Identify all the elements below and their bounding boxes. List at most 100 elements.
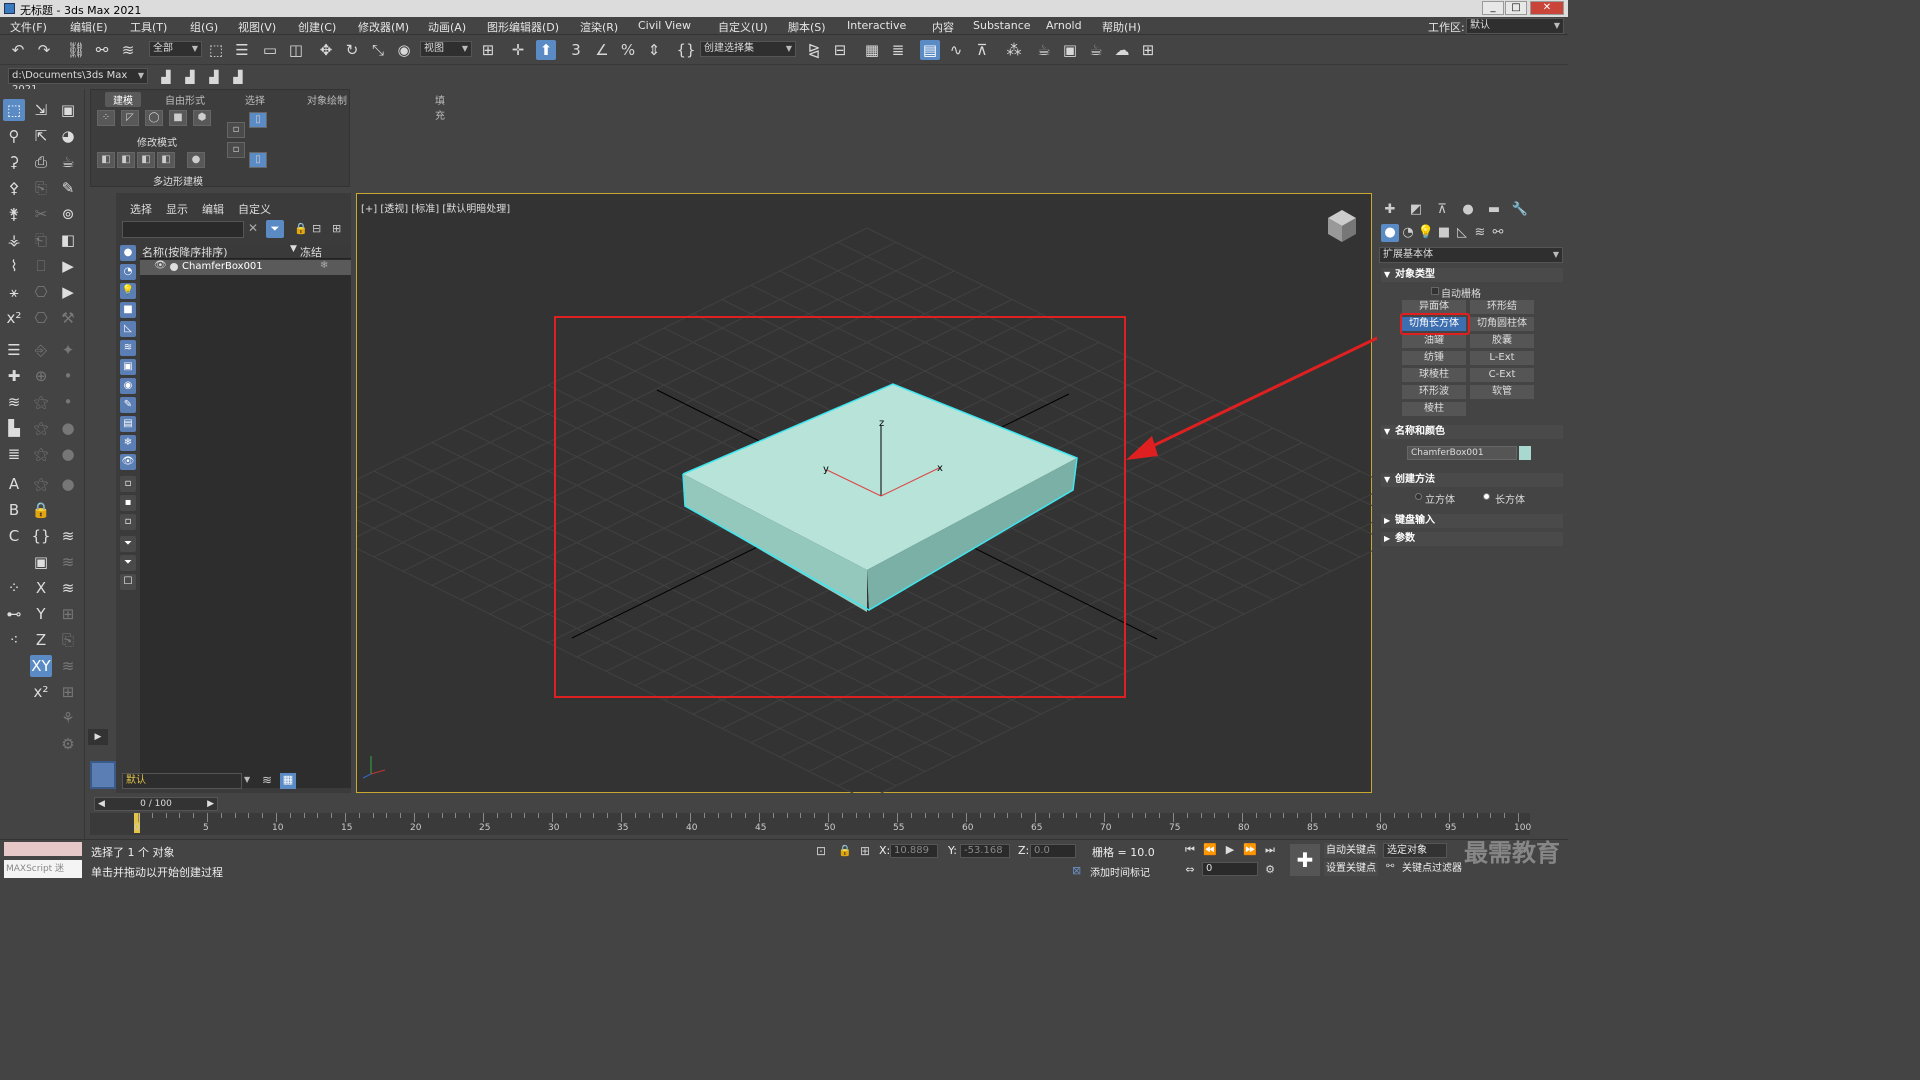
select-highlight-icon[interactable]: ▙ xyxy=(3,417,25,439)
menu-create[interactable]: 创建(C) xyxy=(298,19,336,35)
key-filters-button[interactable]: 关键点过滤器 xyxy=(1402,861,1468,876)
brace-icon[interactable]: {} xyxy=(30,525,52,547)
play-icon[interactable]: ▶ xyxy=(57,281,79,303)
chamferbox-top[interactable] xyxy=(683,384,1077,570)
filter-hidden-icon[interactable]: 👁 xyxy=(120,454,136,470)
name-color-rollout[interactable]: ▼ 名称和颜色 xyxy=(1381,425,1563,439)
col-name-header[interactable]: 名称(按降序排序) xyxy=(142,244,228,260)
set-key-big-icon[interactable]: ✚ xyxy=(1290,844,1320,876)
filter-containers-icon[interactable]: ▤ xyxy=(120,416,136,432)
open-icon[interactable]: ⎙ xyxy=(30,151,52,173)
menu-modifiers[interactable]: 修改器(M) xyxy=(358,19,409,35)
btn-spindle[interactable]: 纺锤 xyxy=(1402,351,1466,365)
bind-icon[interactable]: ⚴ xyxy=(3,177,25,199)
menu-scripting[interactable]: 脚本(S) xyxy=(788,19,826,35)
key-filter-icon[interactable]: ⚯ xyxy=(1386,861,1394,872)
object-color-swatch[interactable] xyxy=(1519,446,1531,460)
project-folder-icon[interactable]: ▟ xyxy=(156,67,176,87)
lock-selection-icon[interactable]: 🔒 xyxy=(838,844,852,857)
add-layer-icon[interactable]: ✚ xyxy=(3,365,25,387)
layer-manager-icon[interactable]: ☰ xyxy=(3,339,25,361)
undo-icon[interactable]: ↶ xyxy=(8,40,28,60)
group-icon[interactable]: ⎔ xyxy=(30,281,52,303)
btn-c-ext[interactable]: C-Ext xyxy=(1470,368,1534,382)
select-all-icon[interactable]: ▫ xyxy=(120,476,136,492)
systems-icon[interactable]: ⚯ xyxy=(1489,224,1507,242)
scene-explorer-toggle-icon[interactable]: ▦ xyxy=(280,773,296,789)
visibility-eye-icon[interactable]: 👁 xyxy=(154,260,167,271)
ribbon-tab-populate[interactable]: 填充 xyxy=(435,92,445,122)
axis-z-icon[interactable]: Z xyxy=(30,629,52,651)
filter-groups-icon[interactable]: ▣ xyxy=(120,359,136,375)
geometry-icon[interactable]: ● xyxy=(1381,224,1399,242)
menu-arnold[interactable]: Arnold xyxy=(1046,19,1082,32)
scene-search-input[interactable] xyxy=(122,221,244,238)
toggle-layer-explorer-icon[interactable]: ≣ xyxy=(888,40,908,60)
viewport-canvas[interactable]: z y x xyxy=(357,194,1373,794)
stack-icon[interactable]: ≣ xyxy=(3,443,25,465)
menu-rendering[interactable]: 渲染(R) xyxy=(580,19,618,35)
create-tab-icon[interactable]: ✚ xyxy=(1381,201,1399,219)
rotate-icon[interactable]: ↻ xyxy=(342,40,362,60)
array-icon[interactable]: ⊕ xyxy=(30,365,52,387)
scene-tab-select[interactable]: 选择 xyxy=(130,201,152,217)
next-frame-icon[interactable]: ⏩ xyxy=(1242,842,1258,858)
menu-civil-view[interactable]: Civil View xyxy=(638,19,691,32)
lock-icon[interactable]: 🔒 xyxy=(30,499,52,521)
schematic-view-icon[interactable]: ⊼ xyxy=(972,40,992,60)
maximize-button[interactable]: □ xyxy=(1505,1,1527,15)
y-coord-field[interactable]: -53.168 xyxy=(960,844,1010,858)
axis-xy-icon[interactable]: XY xyxy=(30,655,52,677)
menu-content[interactable]: 内容 xyxy=(932,19,954,35)
layer2-icon[interactable]: ≋ xyxy=(57,655,79,677)
render-setup-icon[interactable]: ☕ xyxy=(1034,40,1054,60)
cloth-icon[interactable]: ⚘ xyxy=(57,707,79,729)
ruler-icon[interactable]: ⊷ xyxy=(3,603,25,625)
btn-hedra[interactable]: 异面体 xyxy=(1402,300,1466,314)
angle-snap-icon[interactable]: ∠ xyxy=(592,40,612,60)
align-icon[interactable]: ⊟ xyxy=(830,40,850,60)
maxscript-listener[interactable] xyxy=(4,842,82,856)
scene-row-chamferbox[interactable]: 👁 ChamferBox001 ❄ xyxy=(140,260,351,275)
wrench-icon[interactable]: ⚒ xyxy=(57,307,79,329)
category-dropdown[interactable]: 扩展基本体 ▼ xyxy=(1379,247,1563,263)
selection-filter-dropdown[interactable]: 全部 ▼ xyxy=(149,41,202,57)
freeze-icon[interactable]: ❄ xyxy=(320,260,328,271)
helpers-icon[interactable]: ◺ xyxy=(1453,224,1471,242)
filter-cameras-icon[interactable]: ■ xyxy=(120,302,136,318)
btn-chamfer-cyl[interactable]: 切角圆柱体 xyxy=(1470,317,1534,331)
toggle-ribbon-icon[interactable]: ▤ xyxy=(920,40,940,60)
layers-icon[interactable]: ≋ xyxy=(3,391,25,413)
modify-btn-4-icon[interactable]: ◧ xyxy=(157,152,175,168)
viewport-layout-icon[interactable] xyxy=(90,761,116,789)
side-btn-4-icon[interactable]: ▯ xyxy=(249,152,267,168)
import-icon[interactable]: ⇲ xyxy=(30,99,52,121)
scene-tab-display[interactable]: 显示 xyxy=(166,201,188,217)
goto-start-icon[interactable]: ⏮ xyxy=(1182,842,1198,858)
filter-icon[interactable]: ⏷ xyxy=(266,220,284,238)
creation-method-rollout[interactable]: ▼ 创建方法 xyxy=(1381,473,1563,487)
expand-arrow-icon[interactable]: ▶ xyxy=(88,729,108,745)
viewport-icon[interactable]: ▣ xyxy=(57,99,79,121)
btn-torus-knot[interactable]: 环形结 xyxy=(1470,300,1534,314)
named-selection-dropdown[interactable]: 创建选择集 ▼ xyxy=(700,41,796,57)
save-icon[interactable]: ▣ xyxy=(30,551,52,573)
toggle-scene-explorer-icon[interactable]: ▦ xyxy=(862,40,882,60)
curve-editor-icon[interactable]: ∿ xyxy=(946,40,966,60)
autogrid-checkbox[interactable] xyxy=(1431,287,1439,295)
place-icon[interactable]: ◉ xyxy=(394,40,414,60)
hair-icon[interactable]: ⚙ xyxy=(57,733,79,755)
btn-oiltank[interactable]: 油罐 xyxy=(1402,334,1466,348)
modify-btn-3-icon[interactable]: ◧ xyxy=(137,152,155,168)
time-config-icon[interactable]: ⚙ xyxy=(1262,862,1278,878)
unlink-tool-icon[interactable]: ⚳ xyxy=(3,151,25,173)
camera-icon[interactable]: ◧ xyxy=(57,229,79,251)
dot2-icon[interactable]: • xyxy=(57,391,79,413)
sync-icon[interactable]: ⊞ xyxy=(332,222,341,235)
hierarchy-tab-icon[interactable]: ⊼ xyxy=(1433,201,1451,219)
mirror-icon[interactable]: ⧎ xyxy=(804,40,824,60)
copy-icon[interactable]: ⎗ xyxy=(30,229,52,251)
scene-tab-customize[interactable]: 自定义 xyxy=(238,201,271,217)
teapot-icon[interactable]: ☕ xyxy=(57,151,79,173)
shapes-icon[interactable]: ◔ xyxy=(1399,224,1417,242)
